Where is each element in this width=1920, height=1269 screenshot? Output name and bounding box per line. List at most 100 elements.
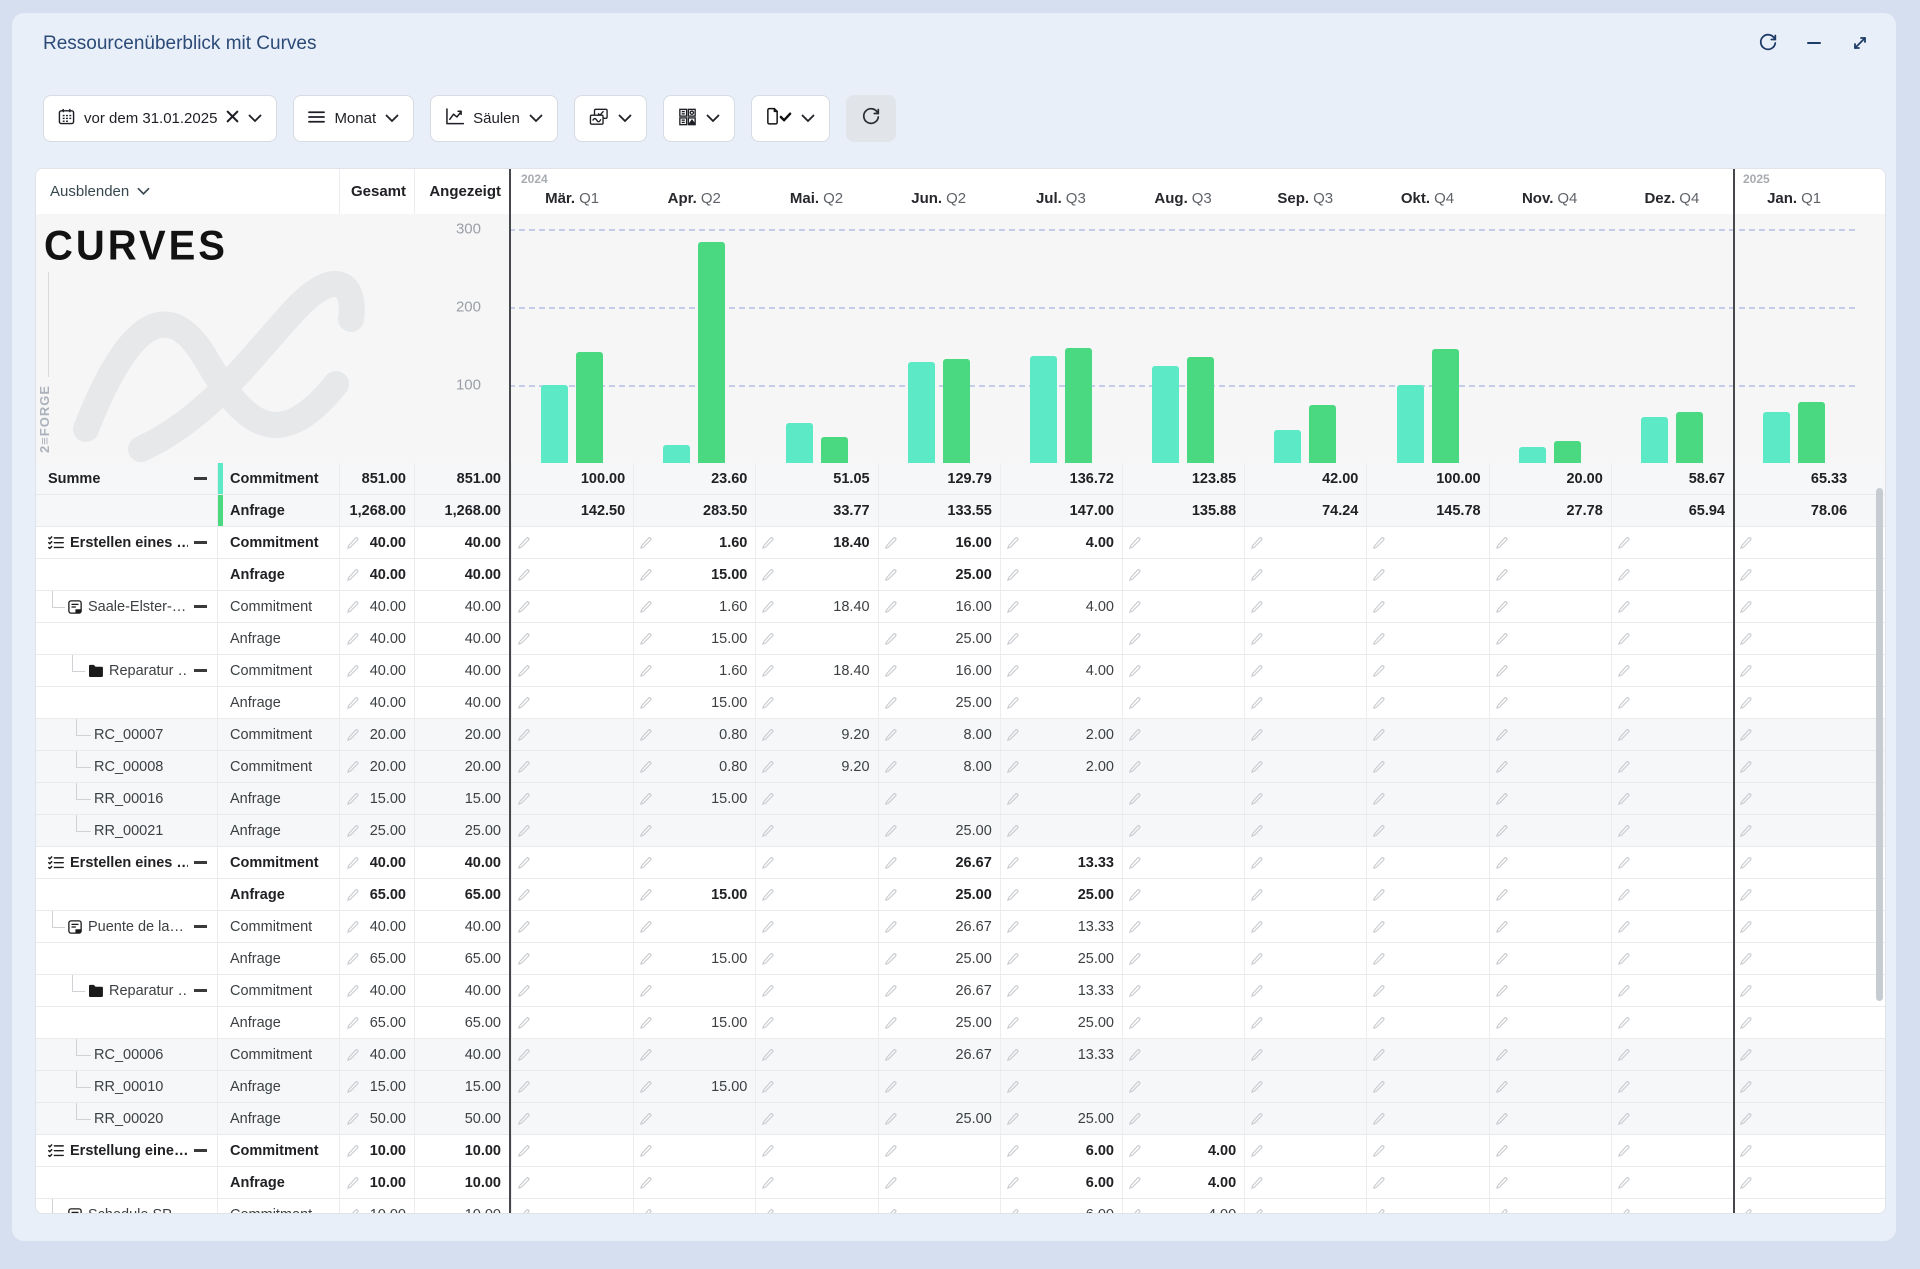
cell-month[interactable]: 2.00: [1000, 751, 1122, 782]
edit-pencil-icon[interactable]: [761, 632, 775, 646]
cell-gesamt[interactable]: 15.00: [339, 1071, 414, 1102]
edit-pencil-icon[interactable]: [1006, 1112, 1020, 1126]
edit-pencil-icon[interactable]: [761, 1176, 775, 1190]
cell-month[interactable]: 1.60: [633, 527, 755, 558]
edit-pencil-icon[interactable]: [346, 696, 360, 710]
cell-month[interactable]: [511, 559, 633, 590]
edit-pencil-icon[interactable]: [884, 1176, 898, 1190]
cell-gesamt[interactable]: 10.00: [339, 1167, 414, 1198]
cell-month[interactable]: [1366, 527, 1488, 558]
edit-pencil-icon[interactable]: [1495, 536, 1509, 550]
view-layers-dropdown[interactable]: [574, 95, 647, 142]
edit-pencil-icon[interactable]: [346, 984, 360, 998]
edit-pencil-icon[interactable]: [346, 920, 360, 934]
cell-month[interactable]: [1122, 527, 1244, 558]
cell-month[interactable]: [1733, 911, 1855, 942]
cell-month[interactable]: [1244, 559, 1366, 590]
cell-month[interactable]: [1122, 591, 1244, 622]
edit-pencil-icon[interactable]: [1128, 856, 1142, 870]
edit-pencil-icon[interactable]: [346, 664, 360, 678]
edit-pencil-icon[interactable]: [1739, 1080, 1753, 1094]
edit-pencil-icon[interactable]: [346, 1144, 360, 1158]
edit-pencil-icon[interactable]: [1250, 728, 1264, 742]
edit-pencil-icon[interactable]: [1372, 664, 1386, 678]
edit-pencil-icon[interactable]: [1128, 1176, 1142, 1190]
edit-pencil-icon[interactable]: [1006, 824, 1020, 838]
edit-pencil-icon[interactable]: [517, 760, 531, 774]
cell-month[interactable]: [1489, 847, 1611, 878]
cell-month[interactable]: [633, 1039, 755, 1070]
edit-pencil-icon[interactable]: [1128, 696, 1142, 710]
edit-pencil-icon[interactable]: [761, 696, 775, 710]
cell-month[interactable]: 13.33: [1000, 847, 1122, 878]
edit-pencil-icon[interactable]: [1495, 568, 1509, 582]
edit-pencil-icon[interactable]: [1739, 728, 1753, 742]
cell-month[interactable]: [755, 623, 877, 654]
edit-pencil-icon[interactable]: [1739, 1176, 1753, 1190]
cell-month[interactable]: [511, 1167, 633, 1198]
cell-month[interactable]: [1489, 719, 1611, 750]
edit-pencil-icon[interactable]: [1495, 632, 1509, 646]
edit-pencil-icon[interactable]: [346, 568, 360, 582]
edit-pencil-icon[interactable]: [1006, 568, 1020, 582]
edit-pencil-icon[interactable]: [1617, 792, 1631, 806]
edit-pencil-icon[interactable]: [761, 1144, 775, 1158]
cell-month[interactable]: [511, 591, 633, 622]
edit-pencil-icon[interactable]: [1495, 1112, 1509, 1126]
cell-month[interactable]: [1366, 559, 1488, 590]
edit-pencil-icon[interactable]: [884, 664, 898, 678]
edit-pencil-icon[interactable]: [346, 888, 360, 902]
cell-month[interactable]: [1611, 623, 1733, 654]
cell-month[interactable]: [1244, 1135, 1366, 1166]
cell-month[interactable]: [1733, 1167, 1855, 1198]
widget-grid-dropdown[interactable]: [663, 95, 735, 142]
cell-month[interactable]: [755, 1103, 877, 1134]
cell-month[interactable]: [755, 879, 877, 910]
cell-month[interactable]: [1366, 591, 1488, 622]
edit-pencil-icon[interactable]: [517, 888, 531, 902]
cell-month[interactable]: [1000, 559, 1122, 590]
edit-pencil-icon[interactable]: [1128, 600, 1142, 614]
edit-pencil-icon[interactable]: [1250, 1016, 1264, 1030]
cell-month[interactable]: [633, 1167, 755, 1198]
expand-icon[interactable]: [1848, 31, 1872, 55]
edit-pencil-icon[interactable]: [1128, 888, 1142, 902]
cell-month[interactable]: [1611, 559, 1733, 590]
edit-pencil-icon[interactable]: [1739, 760, 1753, 774]
edit-pencil-icon[interactable]: [1250, 984, 1264, 998]
cell-month[interactable]: [755, 1135, 877, 1166]
cell-month[interactable]: [511, 975, 633, 1006]
cell-gesamt[interactable]: 65.00: [339, 943, 414, 974]
edit-pencil-icon[interactable]: [761, 600, 775, 614]
cell-month[interactable]: [1733, 719, 1855, 750]
edit-pencil-icon[interactable]: [1128, 920, 1142, 934]
cell-month[interactable]: [1122, 975, 1244, 1006]
edit-pencil-icon[interactable]: [1739, 696, 1753, 710]
cell-month[interactable]: [511, 751, 633, 782]
cell-month[interactable]: [755, 815, 877, 846]
edit-pencil-icon[interactable]: [639, 1144, 653, 1158]
edit-pencil-icon[interactable]: [1372, 728, 1386, 742]
edit-pencil-icon[interactable]: [517, 664, 531, 678]
cell-month[interactable]: 8.00: [878, 751, 1000, 782]
cell-month[interactable]: [755, 975, 877, 1006]
edit-pencil-icon[interactable]: [1372, 1080, 1386, 1094]
collapse-toggle[interactable]: [194, 1149, 207, 1152]
cell-month[interactable]: 26.67: [878, 975, 1000, 1006]
edit-pencil-icon[interactable]: [517, 696, 531, 710]
cell-month[interactable]: [511, 1039, 633, 1070]
cell-month[interactable]: 25.00: [1000, 879, 1122, 910]
cell-month[interactable]: [1122, 719, 1244, 750]
edit-pencil-icon[interactable]: [1617, 824, 1631, 838]
cell-month[interactable]: [1611, 1199, 1733, 1213]
cell-month[interactable]: [878, 1135, 1000, 1166]
cell-month[interactable]: 26.67: [878, 911, 1000, 942]
cell-month[interactable]: [1366, 1039, 1488, 1070]
edit-pencil-icon[interactable]: [639, 792, 653, 806]
cell-month[interactable]: [1611, 751, 1733, 782]
edit-pencil-icon[interactable]: [1617, 952, 1631, 966]
cell-month[interactable]: [1611, 687, 1733, 718]
cell-month[interactable]: [511, 719, 633, 750]
edit-pencil-icon[interactable]: [346, 728, 360, 742]
cell-month[interactable]: 25.00: [1000, 1007, 1122, 1038]
